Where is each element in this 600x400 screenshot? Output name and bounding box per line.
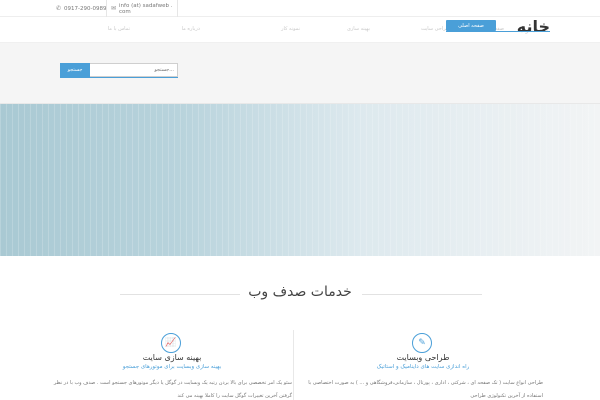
pencil-icon[interactable]: ✎ <box>412 333 432 353</box>
search-underline <box>60 77 178 78</box>
search-input[interactable] <box>91 64 177 76</box>
nav-item-about[interactable]: درباره ما <box>182 26 200 32</box>
breadcrumb-home[interactable]: صفحه اصلی <box>446 20 496 31</box>
nav-item-contact[interactable]: تماس با ما <box>108 26 130 32</box>
service-subtitle: بهینه سازی وبسایت برای موتورهای جستجو <box>122 364 222 370</box>
main-nav: صدف وب صفحه اصلی طراحی سایت بهینه سازی ن… <box>0 17 600 43</box>
service-title[interactable]: طراحی وبسایت <box>303 353 543 362</box>
chart-icon[interactable]: 📈 <box>161 333 181 353</box>
top-bar: ✆ 0917-290-0989 ✉ info (at) sadafweb . c… <box>0 0 600 17</box>
breadcrumb-underline <box>446 31 550 32</box>
services-title-text: خدمات صدف وب <box>248 284 352 300</box>
phone-icon: ✆ <box>56 5 62 12</box>
nav-item-portfolio[interactable]: نمونه کار <box>281 26 300 32</box>
service-subtitle: راه اندازی سایت های داینامیک و استاتیک <box>376 364 470 370</box>
hero-banner <box>0 104 600 256</box>
contact-email[interactable]: ✉ info (at) sadafweb . com <box>106 0 178 17</box>
page-title: خانه <box>516 17 550 36</box>
phone-number: 0917-290-0989 <box>64 5 107 12</box>
service-description: طراحی انواع سایت ( تک صفحه ای ، شرکتی ، … <box>308 380 543 399</box>
envelope-icon: ✉ <box>111 5 117 12</box>
service-description: سئو یک امر تخصصی برای بالا بردن رتبه یک … <box>53 380 292 399</box>
services-heading: خدمات صدف وب <box>0 284 600 300</box>
service-title[interactable]: بهینه سازی سایت <box>52 353 292 362</box>
nav-item-seo[interactable]: بهینه سازی <box>347 26 370 32</box>
column-divider <box>293 330 294 400</box>
search-button[interactable]: جستجو <box>60 63 90 77</box>
email-address: info (at) sadafweb . com <box>119 2 173 15</box>
contact-phone: ✆ 0917-290-0989 <box>52 0 111 17</box>
